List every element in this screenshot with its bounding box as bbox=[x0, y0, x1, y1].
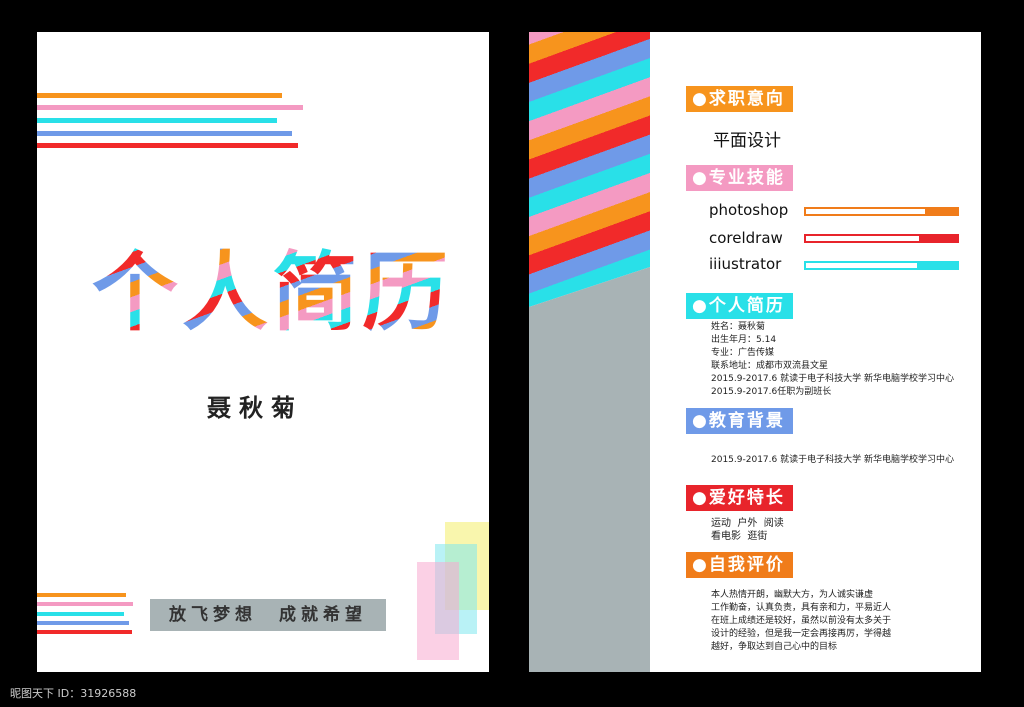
cover-title: 个人简历 bbox=[92, 222, 452, 347]
skill-name: coreldraw bbox=[709, 229, 783, 247]
diagonal-stripes bbox=[529, 32, 650, 307]
skill-bar bbox=[804, 261, 959, 270]
skill-name: iiiustrator bbox=[709, 255, 782, 273]
education-text: 2015.9-2017.6 就读于电子科技大学 新华电脑学校学习中心 bbox=[711, 455, 954, 465]
decor-line bbox=[37, 143, 298, 148]
skill-name: photoshop bbox=[709, 201, 789, 219]
decor-line bbox=[37, 621, 129, 625]
heading-profile: ●个人简历 bbox=[686, 293, 793, 319]
cover-name: 聂秋菊 bbox=[207, 394, 303, 422]
decor-square bbox=[417, 562, 459, 660]
heading-education: ●教育背景 bbox=[686, 408, 793, 434]
decor-line bbox=[37, 593, 126, 597]
gray-column bbox=[529, 267, 650, 672]
watermark: 昵图天下 ID：31926588 bbox=[10, 687, 137, 700]
slogan-banner: 放飞梦想 成就希望 bbox=[150, 599, 386, 631]
skill-bar bbox=[804, 207, 959, 216]
decor-line bbox=[37, 105, 303, 110]
objective-value: 平面设计 bbox=[713, 131, 781, 151]
decor-line bbox=[37, 93, 282, 98]
heading-self-eval: ●自我评价 bbox=[686, 552, 793, 578]
profile-text: 姓名：聂秋菊 出生年月：5.14 专业：广告传媒 联系地址：成都市双流县文星 2… bbox=[711, 322, 954, 397]
decor-line bbox=[37, 131, 292, 136]
self-eval-text: 本人热情开朗，幽默大方，为人诚实谦虚 工作勤奋，认真负责，具有亲和力，平易近人 … bbox=[711, 590, 892, 652]
heading-hobbies: ●爱好特长 bbox=[686, 485, 793, 511]
decor-line bbox=[37, 118, 277, 123]
heading-objective: ●求职意向 bbox=[686, 86, 793, 112]
decor-line bbox=[37, 630, 132, 634]
decor-line bbox=[37, 602, 133, 606]
decor-line bbox=[37, 612, 124, 616]
heading-skills: ●专业技能 bbox=[686, 165, 793, 191]
hobbies-text: 运动 户外 阅读 看电影 逛街 bbox=[711, 518, 784, 542]
skill-bar bbox=[804, 234, 959, 243]
cover-page: 个人简历 聂秋菊 放飞梦想 成就希望 bbox=[37, 32, 489, 672]
resume-page: ●求职意向 平面设计 ●专业技能 photoshop coreldraw iii… bbox=[529, 32, 981, 672]
